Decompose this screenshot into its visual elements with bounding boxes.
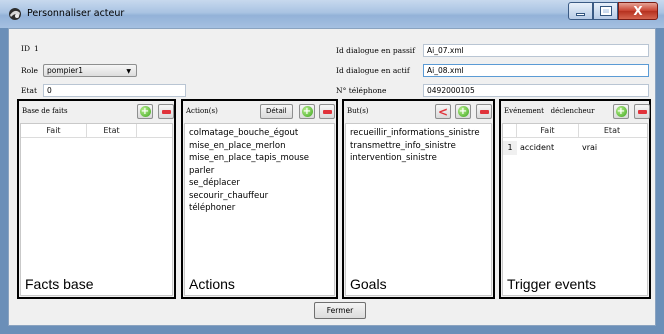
remove-icon [637, 109, 647, 114]
back-button[interactable]: < [435, 104, 451, 119]
chevron-down-icon: ▼ [126, 68, 131, 75]
row-index: 1 [503, 141, 517, 155]
role-label: Role [21, 66, 38, 75]
facts-caption: Facts base [25, 276, 94, 292]
list-item[interactable]: transmettre_info_sinistre [350, 140, 489, 153]
add-icon: + [615, 106, 627, 117]
role-select-value: pompier1 [47, 66, 83, 75]
maximize-button[interactable] [593, 2, 618, 20]
close-icon: X [633, 4, 643, 18]
remove-action-button[interactable] [319, 104, 335, 119]
goals-list[interactable]: recueillir_informations_sinistre transme… [345, 123, 492, 296]
goals-panel-title: But(s) [347, 107, 369, 115]
actions-panel-title: Action(s) [186, 107, 218, 115]
dialog-active-input[interactable]: Ai_08.xml [423, 64, 649, 77]
list-item[interactable]: colmatage_bouche_égout [189, 127, 332, 140]
remove-icon [161, 109, 171, 114]
triggers-caption: Trigger events [507, 276, 596, 292]
actor-app-icon [9, 8, 21, 20]
add-goal-button[interactable]: + [455, 104, 471, 119]
facts-table-header: Fait Etat [21, 124, 172, 138]
dialog-active-label: Id dialogue en actif [336, 66, 410, 75]
goals-panel: But(s) < + recueillir_informations_sinis… [342, 99, 495, 299]
actions-panel-header: Action(s) Détail + [183, 101, 336, 123]
title-bar[interactable]: Personnaliser acteur X [0, 0, 664, 28]
list-item[interactable]: mise_en_place_merlon [189, 140, 332, 153]
actions-list[interactable]: colmatage_bouche_égout mise_en_place_mer… [184, 123, 335, 296]
list-item[interactable]: parler [189, 165, 332, 178]
triggers-col-etat[interactable]: Etat [579, 124, 645, 137]
triggers-panel-header: Evénement déclencheur + [501, 101, 650, 123]
etat-input[interactable]: 0 [43, 84, 186, 97]
trigger-events-panel: Evénement déclencheur + Fait Etat 1 acci… [499, 99, 651, 299]
back-arrow-icon: < [437, 104, 449, 119]
row-etat[interactable]: vrai [579, 141, 645, 155]
detail-button[interactable]: Détail [260, 104, 293, 119]
remove-icon [322, 109, 332, 114]
triggers-col-index [503, 124, 517, 137]
remove-fact-button[interactable] [158, 104, 174, 119]
list-item[interactable]: secourir_chauffeur [189, 190, 332, 203]
minimize-button[interactable] [568, 2, 593, 20]
triggers-table-header: Fait Etat [503, 124, 647, 138]
dialog-passive-input[interactable]: Ai_07.xml [423, 44, 649, 57]
facts-table[interactable]: Fait Etat Facts base [20, 123, 173, 296]
goals-panel-header: But(s) < + [344, 101, 493, 123]
phone-label: N° téléphone [336, 86, 387, 95]
close-button[interactable]: Fermer [314, 302, 366, 319]
triggers-col-fait[interactable]: Fait [517, 124, 579, 137]
add-icon: + [301, 106, 313, 117]
role-select[interactable]: pompier1 ▼ [43, 64, 137, 77]
actions-panel: Action(s) Détail + colmatage_bouche_égou… [181, 99, 338, 299]
add-icon: + [457, 106, 469, 117]
maximize-icon [599, 6, 612, 16]
add-trigger-button[interactable]: + [613, 104, 629, 119]
minimize-icon [576, 12, 585, 16]
actions-caption: Actions [189, 276, 235, 292]
facts-col-fait[interactable]: Fait [21, 124, 87, 137]
triggers-table[interactable]: Fait Etat 1 accident vrai Trigger events [502, 123, 648, 296]
etat-label: Etat [21, 86, 37, 95]
list-item[interactable]: intervention_sinistre [350, 152, 489, 165]
remove-icon [479, 109, 489, 114]
list-item[interactable]: téléphoner [189, 202, 332, 215]
table-row[interactable]: 1 accident vrai [503, 141, 647, 155]
close-window-button[interactable]: X [618, 2, 658, 20]
window-client-area: ID 1 Role pompier1 ▼ Etat 0 Id dialogue … [8, 28, 656, 326]
id-value: 1 [34, 44, 39, 53]
facts-col-etat[interactable]: Etat [87, 124, 137, 137]
row-fait[interactable]: accident [517, 141, 579, 155]
id-label: ID [21, 44, 30, 53]
facts-panel-title: Base de faits [22, 107, 68, 115]
window-title: Personnaliser acteur [27, 8, 125, 19]
list-item[interactable]: se_déplacer [189, 177, 332, 190]
phone-input[interactable]: 0492000105 [423, 84, 649, 97]
facts-base-panel: Base de faits + Fait Etat Facts base [17, 99, 176, 299]
dialog-passive-label: Id dialogue en passif [336, 46, 415, 55]
remove-goal-button[interactable] [476, 104, 492, 119]
add-fact-button[interactable]: + [137, 104, 153, 119]
add-action-button[interactable]: + [299, 104, 315, 119]
list-item[interactable]: recueillir_informations_sinistre [350, 127, 489, 140]
list-item[interactable]: mise_en_place_tapis_mouse [189, 152, 332, 165]
add-icon: + [139, 106, 151, 117]
goals-caption: Goals [350, 276, 387, 292]
remove-trigger-button[interactable] [634, 104, 650, 119]
triggers-panel-title: Evénement déclencheur [504, 107, 595, 115]
customize-actor-window: Personnaliser acteur X ID 1 Role pompier… [0, 0, 664, 334]
facts-panel-header: Base de faits + [19, 101, 174, 123]
